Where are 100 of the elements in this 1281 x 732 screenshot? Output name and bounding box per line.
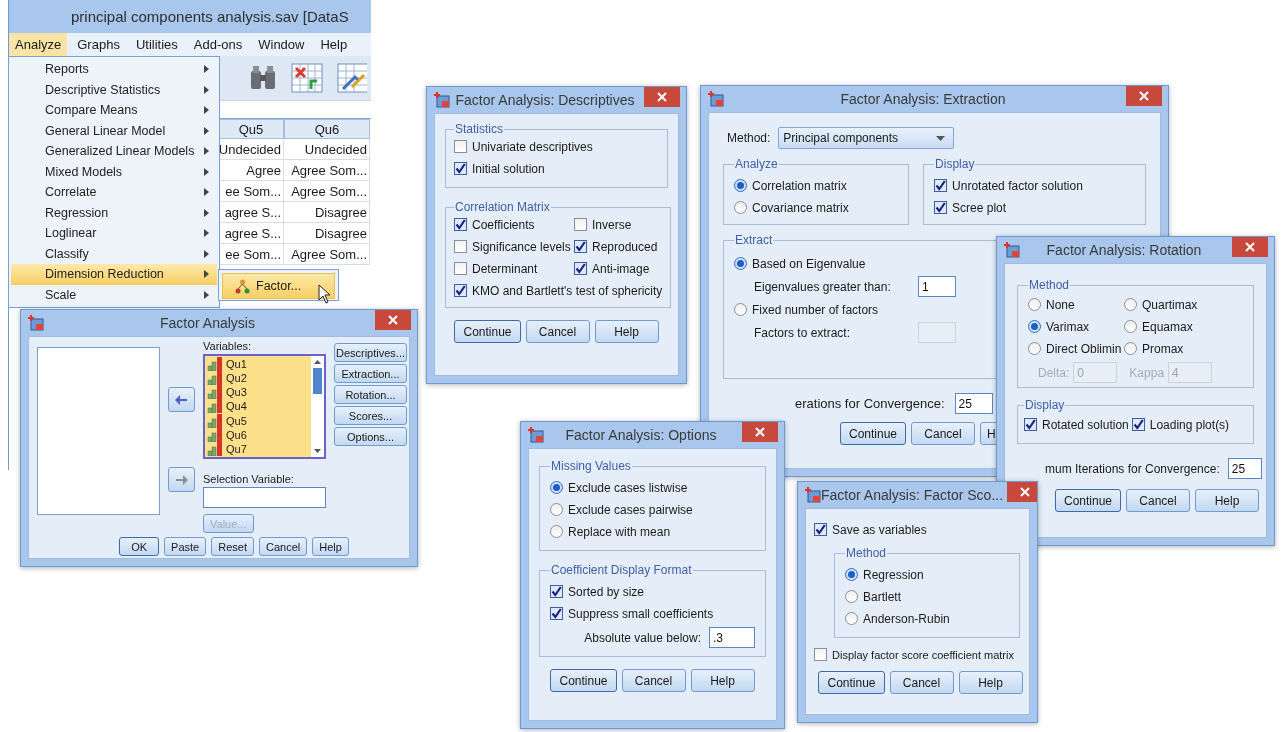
column-header[interactable]: Qu5 [218,119,284,139]
field-label: Eigenvalues greater than: [754,279,892,294]
radio-button[interactable]: Varimax [1028,318,1120,335]
dialog-button[interactable]: Descriptives... [334,343,407,362]
checkbox[interactable]: Display factor score coefficient matrix [814,646,1014,663]
dialog-button[interactable]: Cancel [1126,489,1191,512]
variable-list[interactable]: Qu1 Qu2 Qu3 Qu4 Qu5 Qu6 Qu7 [203,354,326,459]
menu-item[interactable]: Loglinear [11,223,217,244]
radio-button[interactable]: Promax [1124,340,1243,357]
dialog-button[interactable]: Continue [818,671,885,694]
checkbox[interactable]: Reproduced [574,238,663,255]
dialog-button[interactable]: Cancel [889,671,954,694]
dialog-button[interactable]: Paste [164,537,207,556]
radio-button[interactable]: Direct Oblimin [1028,340,1120,357]
menu-item[interactable]: Utilities [129,33,184,56]
menu-item[interactable]: Analyze [9,33,68,56]
checkbox[interactable]: Determinant [454,260,570,277]
checkbox[interactable]: Loading plot(s) [1131,416,1230,433]
menu-item[interactable]: Reports [11,59,217,80]
dialog-button[interactable]: Rotation... [334,385,407,404]
window-title: Factor Analysis [159,315,256,331]
checkbox[interactable]: Initial solution [454,160,545,177]
radio-button[interactable]: Equamax [1124,318,1243,335]
table-cell: Agree Som... [284,244,370,265]
dialog-button[interactable]: Extraction... [334,364,407,383]
menu-item[interactable]: Regression [11,202,217,223]
menu-item[interactable]: Add-ons [187,33,249,56]
field-label: Variables: [203,340,253,352]
menu-item[interactable]: General Linear Model [11,120,217,141]
column-header[interactable]: Qu6 [284,119,370,139]
dialog-button[interactable]: Options... [334,427,407,446]
window-title: Factor Analysis: Rotation [1045,242,1203,258]
checkbox[interactable]: Save as variables [814,521,927,538]
dialog-button[interactable]: Help [690,669,755,692]
checkbox[interactable]: Univariate descriptives [454,138,593,155]
menu-item[interactable]: Compare Means [11,100,217,121]
menu-item[interactable]: Scale [11,284,217,305]
dialog-button[interactable]: OK [119,537,160,556]
checkbox[interactable]: Inverse [574,216,663,233]
menu-item[interactable]: Dimension Reduction [11,264,217,285]
radio-button[interactable]: Anderson-Rubin [845,610,950,627]
radio-button[interactable]: Exclude cases listwise [550,479,688,496]
method-dropdown[interactable]: Principal components [778,127,955,149]
checkbox[interactable]: Unrotated factor solution [934,177,1083,194]
dialog-button[interactable]: Continue [1055,489,1122,512]
menu-item[interactable]: Classify [11,243,217,264]
menu-item[interactable]: Descriptive Statistics [11,79,217,100]
group-label: Extract [734,233,774,247]
checkbox[interactable]: Sorted by size [550,583,645,600]
radio-button[interactable]: Regression [845,566,924,583]
dialog-button[interactable]: Reset [211,537,254,556]
menu-item[interactable]: Window [252,33,311,56]
window-title: principal components analysis.sav [DataS [71,8,349,25]
field-label: Factors to extract: [754,325,852,340]
radio-button[interactable]: Based on Eigenvalue [734,255,866,272]
menu-item[interactable]: Graphs [71,33,126,56]
dialog-button[interactable]: Help [958,671,1023,694]
group-label: Correlation Matrix [454,200,551,214]
dialog-button[interactable]: Cancel [911,422,976,445]
checkbox[interactable]: Anti-image [574,260,663,277]
dialog-button[interactable]: Continue [550,669,617,692]
text-field[interactable]: .3 [709,627,755,648]
checkbox[interactable]: Coefficients [454,216,570,233]
checkbox[interactable]: Significance levels [454,238,570,255]
text-field[interactable]: 1 [918,276,956,297]
group-label: Method [845,546,888,560]
dialog-button[interactable]: Help [594,320,659,343]
window-title: Factor Analysis: Extraction [839,91,1007,107]
radio-button[interactable]: Quartimax [1124,296,1243,313]
radio-button[interactable]: Exclude cases pairwise [550,501,693,518]
menu-item[interactable]: Factor... [222,273,335,299]
radio-button[interactable]: Bartlett [845,588,901,605]
checkbox[interactable]: Suppress small coefficients [550,605,714,622]
radio-button[interactable]: Replace with mean [550,523,671,540]
dialog-button[interactable]: Continue [840,422,907,445]
dialog-button[interactable]: Continue [454,320,521,343]
table-cell: Agree Som... [284,160,370,181]
field-label: Absolute value below: [584,630,701,645]
radio-button[interactable]: Correlation matrix [734,177,847,194]
dialog-button[interactable]: Scores... [334,406,407,425]
text-field[interactable]: 25 [1227,458,1262,479]
checkbox[interactable]: Rotated solution [1024,416,1129,433]
dialog-button[interactable]: Help [1195,489,1260,512]
text-field[interactable]: 25 [954,393,993,414]
dialog-button[interactable]: Help [312,537,349,556]
dialog-button[interactable]: Cancel [621,669,686,692]
dialog-button[interactable]: Cancel [259,537,308,556]
radio-button[interactable]: None [1028,296,1120,313]
menu-item[interactable]: Generalized Linear Models [11,141,217,162]
field-label: Method: [727,131,771,145]
checkbox[interactable]: KMO and Bartlett's test of sphericity [454,282,663,299]
window-title: Factor Analysis: Factor Sco... [821,487,1004,503]
table-cell: Disagree [284,223,370,244]
menu-item[interactable]: Mixed Models [11,161,217,182]
field-label: Kappa [1129,365,1165,380]
radio-button[interactable]: Covariance matrix [734,199,849,216]
menu-item[interactable]: Correlate [11,182,217,203]
dialog-button[interactable]: Cancel [525,320,590,343]
checkbox[interactable]: Scree plot [934,199,1007,216]
menu-item[interactable]: Help [314,33,354,56]
